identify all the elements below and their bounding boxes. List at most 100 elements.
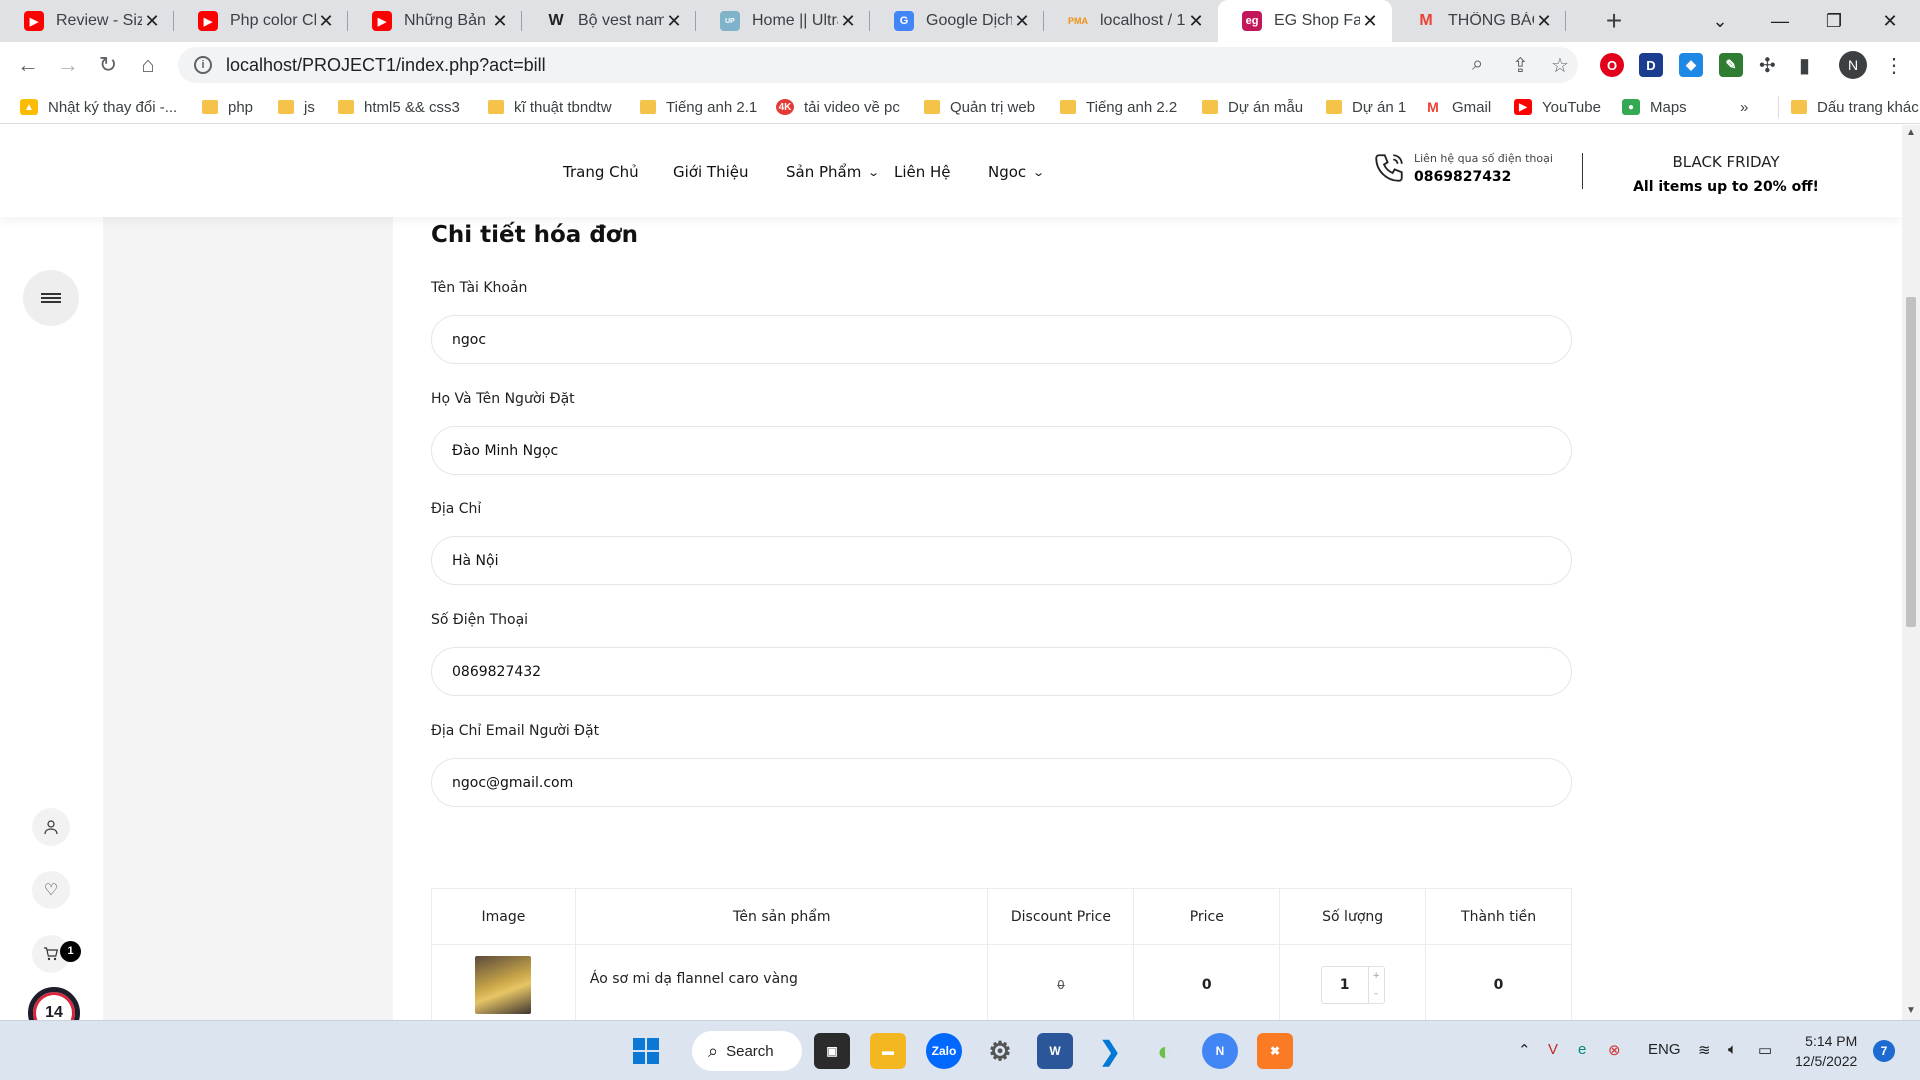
product-name[interactable]: Áo sơ mi dạ flannel caro vàng [574, 944, 989, 1020]
close-tab-icon[interactable]: ✕ [1012, 11, 1032, 32]
taskbar-search[interactable]: ⌕ Search [692, 1031, 802, 1071]
site-info-icon[interactable]: i [194, 56, 212, 74]
close-tab-icon[interactable]: ✕ [664, 11, 684, 32]
browser-tab[interactable]: M THÔNG BÁO: ✕ [1392, 0, 1566, 42]
network-error-icon[interactable]: ⊗ [1608, 1041, 1621, 1059]
bookmark-item[interactable]: Tiếng anh 2.1 [640, 96, 757, 118]
bookmark-item[interactable]: kĩ thuật tbndtw [488, 96, 612, 118]
close-tab-icon[interactable]: ✕ [490, 11, 510, 32]
browser-tab-active[interactable]: eg EG Shop Fashi ✕ [1218, 0, 1392, 42]
xampp-icon[interactable]: ✖ [1257, 1033, 1293, 1069]
close-tab-icon[interactable]: ✕ [838, 11, 858, 32]
bookmark-item[interactable]: js [278, 96, 315, 118]
wifi-icon[interactable]: ≋ [1698, 1041, 1711, 1059]
phone-contact[interactable]: Liên hệ qua số điện thoại 0869827432 [1372, 151, 1553, 185]
other-bookmarks[interactable]: Dấu trang khác [1778, 96, 1919, 118]
close-tab-icon[interactable]: ✕ [1360, 11, 1380, 32]
d-extension-icon[interactable]: D [1639, 53, 1663, 77]
system-clock[interactable]: 5:14 PM 12/5/2022 [1795, 1031, 1857, 1071]
browser-tab[interactable]: ▶ Review - Size v ✕ [0, 0, 174, 42]
product-thumbnail[interactable] [475, 955, 532, 1014]
blocker-extension-icon[interactable]: ◆ [1679, 53, 1703, 77]
edge-tray-icon[interactable]: e [1578, 1041, 1586, 1058]
restore-button[interactable]: ❐ [1804, 0, 1864, 42]
bookmark-item[interactable]: html5 && css3 [338, 96, 460, 118]
browser-tab[interactable]: G Google Dịch ✕ [870, 0, 1044, 42]
account-button[interactable] [32, 808, 70, 846]
bookmark-item[interactable]: ▶ YouTube [1514, 96, 1601, 118]
color-picker-extension-icon[interactable]: ✎ [1719, 53, 1743, 77]
close-tab-icon[interactable]: ✕ [1186, 11, 1206, 32]
scroll-down-icon[interactable]: ▼ [1906, 1005, 1916, 1016]
chrome-icon[interactable]: N [1202, 1033, 1238, 1069]
browser-tab[interactable]: ▶ Php color Cha ✕ [174, 0, 348, 42]
bookmark-item[interactable]: php [202, 96, 253, 118]
quantity-value[interactable]: 1 [1322, 977, 1368, 993]
word-icon[interactable]: W [1037, 1033, 1073, 1069]
hamburger-menu-button[interactable] [23, 270, 79, 326]
address-field[interactable] [431, 536, 1572, 585]
vietkey-icon[interactable]: V [1548, 1041, 1558, 1058]
zoom-icon[interactable]: ⌕ [1472, 53, 1483, 76]
close-tab-icon[interactable]: ✕ [316, 11, 336, 32]
new-tab-button[interactable]: + [1599, 6, 1629, 36]
scroll-up-icon[interactable]: ▲ [1906, 127, 1916, 138]
file-explorer-icon[interactable]: ▬ [870, 1033, 906, 1069]
more-menu-icon[interactable]: ⋮ [1884, 53, 1904, 78]
back-button[interactable]: ← [12, 49, 44, 81]
nav-account[interactable]: Ngoc ⌄ [988, 163, 1045, 181]
tab-search-icon[interactable]: ⌄ [1690, 0, 1750, 42]
browser-tab[interactable]: ▶ Những Bản Nh ✕ [348, 0, 522, 42]
reload-button[interactable]: ↻ [92, 49, 124, 81]
bookmark-item[interactable]: Tiếng anh 2.2 [1060, 96, 1177, 118]
volume-icon[interactable]: 🔈︎ [1728, 1041, 1737, 1058]
bookmark-item[interactable]: M Gmail [1424, 96, 1491, 118]
username-field[interactable] [431, 315, 1572, 364]
task-view-icon[interactable]: ▣ [814, 1033, 850, 1069]
bookmarks-overflow-button[interactable]: » [1740, 96, 1748, 118]
bookmark-item[interactable]: ▲ Nhật ký thay đổi -... [20, 96, 177, 118]
share-icon[interactable]: ⇪ [1512, 53, 1529, 78]
browser-tab[interactable]: UP Home || UltraP ✕ [696, 0, 870, 42]
email-field[interactable] [431, 758, 1572, 807]
page-scrollbar[interactable]: ▲ ▼ [1902, 125, 1920, 1020]
bookmark-star-icon[interactable]: ☆ [1551, 53, 1569, 78]
language-indicator[interactable]: ENG [1648, 1041, 1681, 1058]
plus-icon[interactable]: + [1372, 971, 1380, 981]
close-window-button[interactable]: ✕ [1860, 0, 1920, 42]
home-button[interactable]: ⌂ [132, 49, 164, 81]
close-tab-icon[interactable]: ✕ [1534, 11, 1554, 32]
address-bar[interactable]: i localhost/PROJECT1/index.php?act=bill [178, 47, 1578, 83]
show-hidden-icons[interactable]: ⌃ [1518, 1041, 1531, 1059]
nav-about[interactable]: Giới Thiệu [673, 163, 748, 181]
fullname-field[interactable] [431, 426, 1572, 475]
nav-home[interactable]: Trang Chủ [563, 163, 639, 181]
zalo-icon[interactable]: Zalo [926, 1033, 962, 1069]
nav-contact[interactable]: Liên Hệ [894, 163, 951, 181]
browser-tab[interactable]: PMA localhost / 127 ✕ [1044, 0, 1218, 42]
notification-badge[interactable]: 7 [1873, 1040, 1895, 1062]
forward-button[interactable]: → [52, 49, 84, 81]
vscode-icon[interactable]: ❯ [1092, 1033, 1128, 1069]
phone-field[interactable] [431, 647, 1572, 696]
battery-icon[interactable]: ▭ [1758, 1041, 1772, 1059]
profile-avatar[interactable]: N [1839, 51, 1867, 79]
bookmark-item[interactable]: Dự án 1 [1326, 96, 1406, 118]
coccoc-icon[interactable]: ◐ [1147, 1033, 1183, 1069]
bookmark-item[interactable]: Quản trị web [924, 96, 1035, 118]
extensions-puzzle-icon[interactable]: ✣ [1759, 53, 1776, 78]
settings-gear-icon[interactable]: ⚙ [982, 1033, 1018, 1069]
nav-products[interactable]: Sản Phẩm ⌄ [786, 163, 880, 181]
bookmark-item[interactable]: ● Maps [1622, 96, 1687, 118]
scrollbar-thumb[interactable] [1906, 297, 1916, 627]
browser-tab[interactable]: W Bộ vest nam A ✕ [522, 0, 696, 42]
side-panel-icon[interactable]: ▮ [1799, 53, 1810, 78]
minimize-button[interactable]: — [1750, 0, 1810, 42]
bookmark-item[interactable]: Dự án mẫu [1202, 96, 1303, 118]
minus-icon[interactable]: – [1374, 989, 1379, 999]
quantity-stepper[interactable]: 1 + – [1320, 965, 1385, 1004]
close-tab-icon[interactable]: ✕ [142, 11, 162, 32]
windows-start-icon[interactable] [628, 1033, 664, 1069]
opera-extension-icon[interactable]: O [1600, 53, 1624, 77]
bookmark-item[interactable]: 4K tải video về pc [776, 96, 900, 118]
